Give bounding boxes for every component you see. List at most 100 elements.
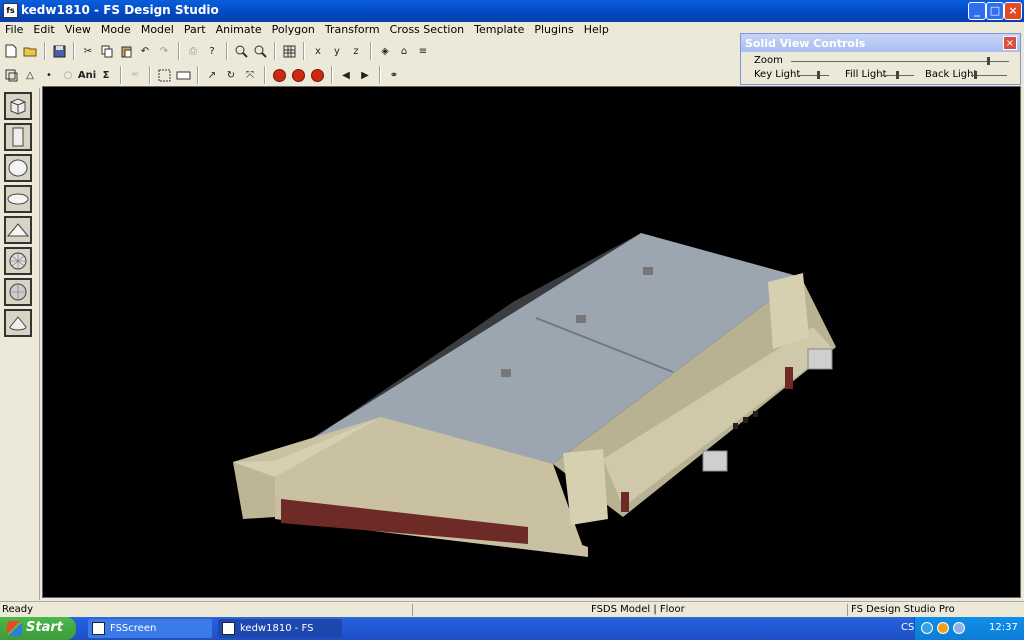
- key-light-slider-track[interactable]: [797, 75, 829, 76]
- rotate-icon[interactable]: ↻: [222, 66, 240, 84]
- toolbar-separator: [44, 42, 46, 60]
- help-icon[interactable]: ?: [203, 42, 221, 60]
- zoom-in-icon[interactable]: [232, 42, 250, 60]
- edit-toolbar: △ • ○ Ani Σ ⁰⁰ ↗ ↻ ⤧ ◀ ▶ ⚭: [2, 63, 404, 87]
- pyramid-tool-button[interactable]: [4, 216, 32, 244]
- start-button[interactable]: Start: [0, 617, 76, 640]
- status-divider: [847, 604, 848, 616]
- new-icon[interactable]: [2, 42, 20, 60]
- taskbar-item-fsscreen[interactable]: FSScreen: [88, 619, 212, 638]
- axis-x-icon[interactable]: x: [309, 42, 327, 60]
- menu-part[interactable]: Part: [179, 22, 211, 36]
- fsds-app-icon: [222, 622, 235, 635]
- solid-3d-viewport[interactable]: [42, 86, 1021, 598]
- select-box-icon[interactable]: [2, 66, 20, 84]
- zoom-slider-thumb[interactable]: [987, 57, 990, 65]
- menu-file[interactable]: File: [0, 22, 28, 36]
- maximize-button[interactable]: □: [986, 2, 1004, 20]
- window-titlebar: fs kedw1810 - FS Design Studio _ □ ×: [0, 0, 1024, 22]
- cylinder-tool-button[interactable]: [4, 123, 32, 151]
- status-ready: Ready: [2, 604, 34, 615]
- animation-button[interactable]: Ani: [78, 66, 96, 84]
- grid-icon[interactable]: [280, 42, 298, 60]
- sphere-icon: [8, 159, 28, 177]
- point-icon[interactable]: •: [40, 66, 58, 84]
- back-light-slider-thumb[interactable]: [974, 71, 977, 79]
- toolbar-separator: [178, 42, 180, 60]
- volume-icon[interactable]: [953, 622, 965, 634]
- delete-polygon-icon[interactable]: [289, 66, 307, 84]
- zoom-slider-track[interactable]: [791, 61, 1009, 62]
- delete-part-icon[interactable]: [270, 66, 288, 84]
- numeric-icon[interactable]: ⁰⁰: [126, 66, 144, 84]
- open-icon[interactable]: [21, 42, 39, 60]
- taskbar-item-fsds[interactable]: kedw1810 - FS Desig...: [218, 619, 342, 638]
- menu-plugins[interactable]: Plugins: [529, 22, 578, 36]
- previous-icon[interactable]: ◀: [337, 66, 355, 84]
- disc-icon: [7, 193, 29, 205]
- paste-icon[interactable]: [117, 42, 135, 60]
- pyramid-icon: [7, 223, 29, 237]
- svc-close-button[interactable]: ×: [1003, 36, 1017, 50]
- key-light-label: Key Light: [754, 69, 801, 80]
- menu-mode[interactable]: Mode: [96, 22, 136, 36]
- close-button[interactable]: ×: [1004, 2, 1022, 20]
- delete-point-icon[interactable]: [308, 66, 326, 84]
- menu-template[interactable]: Template: [469, 22, 529, 36]
- marquee-icon[interactable]: [155, 66, 173, 84]
- menu-edit[interactable]: Edit: [28, 22, 59, 36]
- home-icon[interactable]: ⌂: [395, 42, 413, 60]
- geosphere-tool-button[interactable]: [4, 247, 32, 275]
- menu-cross-section[interactable]: Cross Section: [385, 22, 470, 36]
- system-tray: CS 12:37: [901, 617, 1024, 640]
- zoom-out-icon[interactable]: [251, 42, 269, 60]
- menu-view[interactable]: View: [60, 22, 96, 36]
- axis-z-icon[interactable]: z: [347, 42, 365, 60]
- sigma-button[interactable]: Σ: [97, 66, 115, 84]
- network-icon[interactable]: [921, 622, 933, 634]
- clock: 12:37: [989, 622, 1018, 633]
- status-divider: [412, 604, 413, 616]
- geosphere-icon: [9, 252, 27, 270]
- toolbar-separator: [303, 42, 305, 60]
- circle-icon[interactable]: ○: [59, 66, 77, 84]
- toolbar-separator: [120, 66, 122, 84]
- binoculars-icon[interactable]: ⚭: [385, 66, 403, 84]
- undo-icon[interactable]: ↶: [136, 42, 154, 60]
- menu-transform[interactable]: Transform: [320, 22, 385, 36]
- menu-polygon[interactable]: Polygon: [267, 22, 320, 36]
- view-3d-icon[interactable]: ◈: [376, 42, 394, 60]
- ruler-icon[interactable]: [174, 66, 192, 84]
- menu-animate[interactable]: Animate: [211, 22, 267, 36]
- box-tool-button[interactable]: [4, 92, 32, 120]
- next-icon[interactable]: ▶: [356, 66, 374, 84]
- minimize-button[interactable]: _: [968, 2, 986, 20]
- taskbar-item-label: FSScreen: [110, 623, 157, 634]
- cone-tool-button[interactable]: [4, 309, 32, 337]
- disc-tool-button[interactable]: [4, 185, 32, 213]
- windows-logo-icon: [7, 621, 22, 636]
- fill-light-slider-thumb[interactable]: [896, 71, 899, 79]
- primitive-toolstrip: [0, 88, 40, 600]
- scale-icon[interactable]: ⤧: [241, 66, 259, 84]
- start-label: Start: [26, 620, 63, 635]
- move-icon[interactable]: ↗: [203, 66, 221, 84]
- triangle-icon[interactable]: △: [21, 66, 39, 84]
- toolbar-separator: [149, 66, 151, 84]
- properties-icon[interactable]: ≡: [414, 42, 432, 60]
- menu-model[interactable]: Model: [136, 22, 179, 36]
- redo-icon[interactable]: ↷: [155, 42, 173, 60]
- copy-icon[interactable]: [98, 42, 116, 60]
- cone-icon: [9, 316, 27, 331]
- hemisphere-tool-button[interactable]: [4, 278, 32, 306]
- main-toolbar: ✂ ↶ ↷ ⎙ ? x y z ◈ ⌂ ≡: [2, 39, 433, 63]
- cut-icon[interactable]: ✂: [79, 42, 97, 60]
- security-icon[interactable]: [937, 622, 949, 634]
- print-icon[interactable]: ⎙: [184, 42, 202, 60]
- menu-help[interactable]: Help: [579, 22, 614, 36]
- save-icon[interactable]: [50, 42, 68, 60]
- key-light-slider-thumb[interactable]: [817, 71, 820, 79]
- sphere-tool-button[interactable]: [4, 154, 32, 182]
- solid-view-controls-panel: Solid View Controls × Zoom Key Light Fil…: [740, 33, 1021, 85]
- axis-y-icon[interactable]: y: [328, 42, 346, 60]
